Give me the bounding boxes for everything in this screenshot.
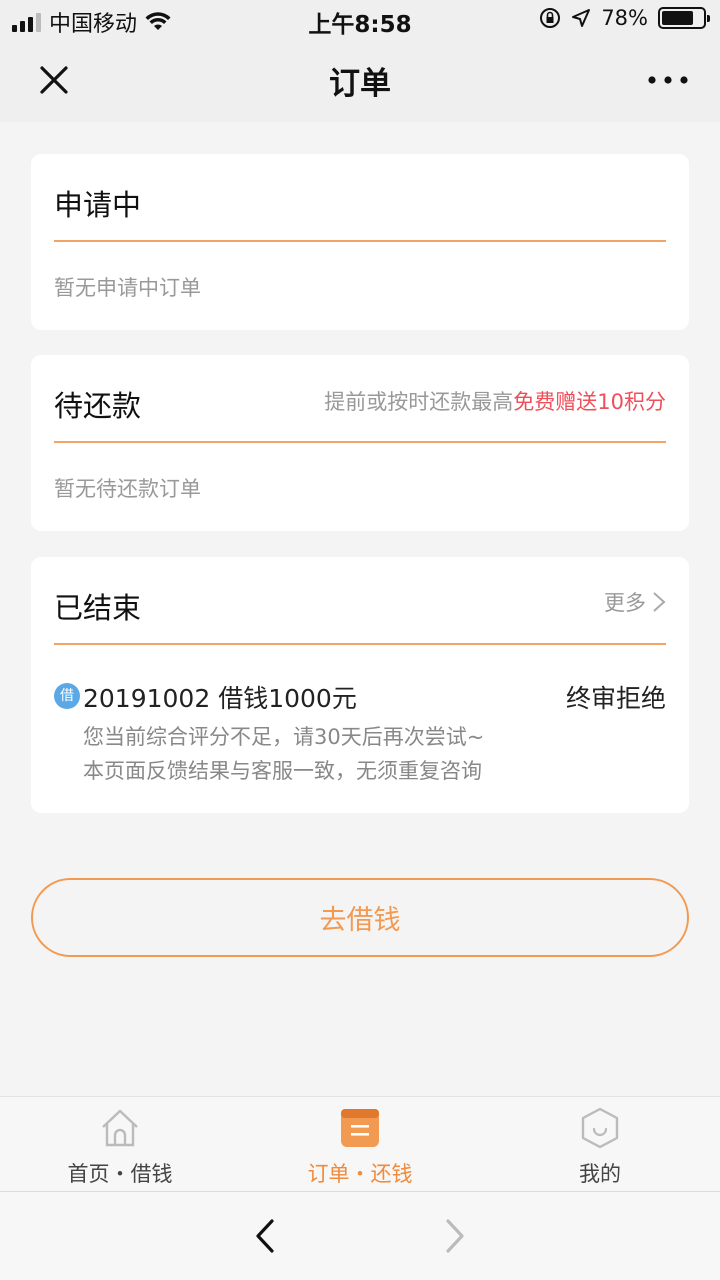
page-title: 订单 [329,66,391,102]
nav-bar: 订单 [0,40,720,122]
repay-card-header: 待还款 提前或按时还款最高免费赠送10积分 [54,355,666,443]
status-right: 78% [539,6,710,30]
tab-profile[interactable]: 我的 [480,1097,720,1192]
tab-orders-label: 订单・还钱 [307,1162,413,1186]
more-icon[interactable] [646,68,690,92]
tab-bar: 首页・借钱 订单・还钱 我的 [0,1096,720,1191]
tab-profile-label: 我的 [579,1162,621,1186]
finished-title: 已结束 [54,591,142,625]
repay-empty-text: 暂无待还款订单 [54,477,201,501]
status-bar: 中国移动 上午8:58 78% [0,0,720,40]
order-title[interactable]: 20191002 借钱1000元 [83,679,357,715]
location-icon [572,9,591,27]
orientation-lock-icon [540,8,561,28]
repay-card: 待还款 提前或按时还款最高免费赠送10积分 暂无待还款订单 [31,355,689,531]
tab-orders[interactable]: 订单・还钱 [240,1097,480,1192]
forward-arrow-icon[interactable] [438,1218,472,1254]
order-status: 终审拒绝 [565,684,666,713]
repay-note-highlight: 免费赠送10积分 [513,390,666,414]
tab-home-label: 首页・借钱 [67,1162,173,1186]
home-icon [102,1109,138,1147]
order-message-line1: 您当前综合评分不足，请30天后再次尝试~ [83,725,485,749]
order-message-line2: 本页面反馈结果与客服一致，无须重复咨询 [83,759,482,783]
finished-card: 已结束 更多 借 20191002 借钱1000元 终审拒绝 您当前综合评分不足… [31,557,689,813]
battery-percent: 78% [601,6,648,30]
repay-note-text: 提前或按时还款最高 [324,390,514,414]
more-link[interactable]: 更多 [604,587,666,617]
finished-card-header: 已结束 更多 [54,557,666,645]
applying-title: 申请中 [54,188,142,222]
browser-toolbar [0,1191,720,1280]
profile-icon [581,1107,619,1149]
applying-card-header: 申请中 [54,154,666,242]
battery-icon [658,7,710,29]
tab-home[interactable]: 首页・借钱 [0,1097,240,1192]
back-arrow-icon[interactable] [248,1218,282,1254]
more-label: 更多 [604,591,646,615]
orders-icon [341,1109,379,1147]
applying-card: 申请中 暂无申请中订单 [31,154,689,330]
repay-title: 待还款 [54,389,142,423]
loan-badge-icon: 借 [54,683,80,709]
borrow-button[interactable]: 去借钱 [31,878,689,957]
repay-promo-note: 提前或按时还款最高免费赠送10积分 [324,386,666,416]
applying-empty-text: 暂无申请中订单 [54,276,201,300]
chevron-right-icon [653,592,666,612]
